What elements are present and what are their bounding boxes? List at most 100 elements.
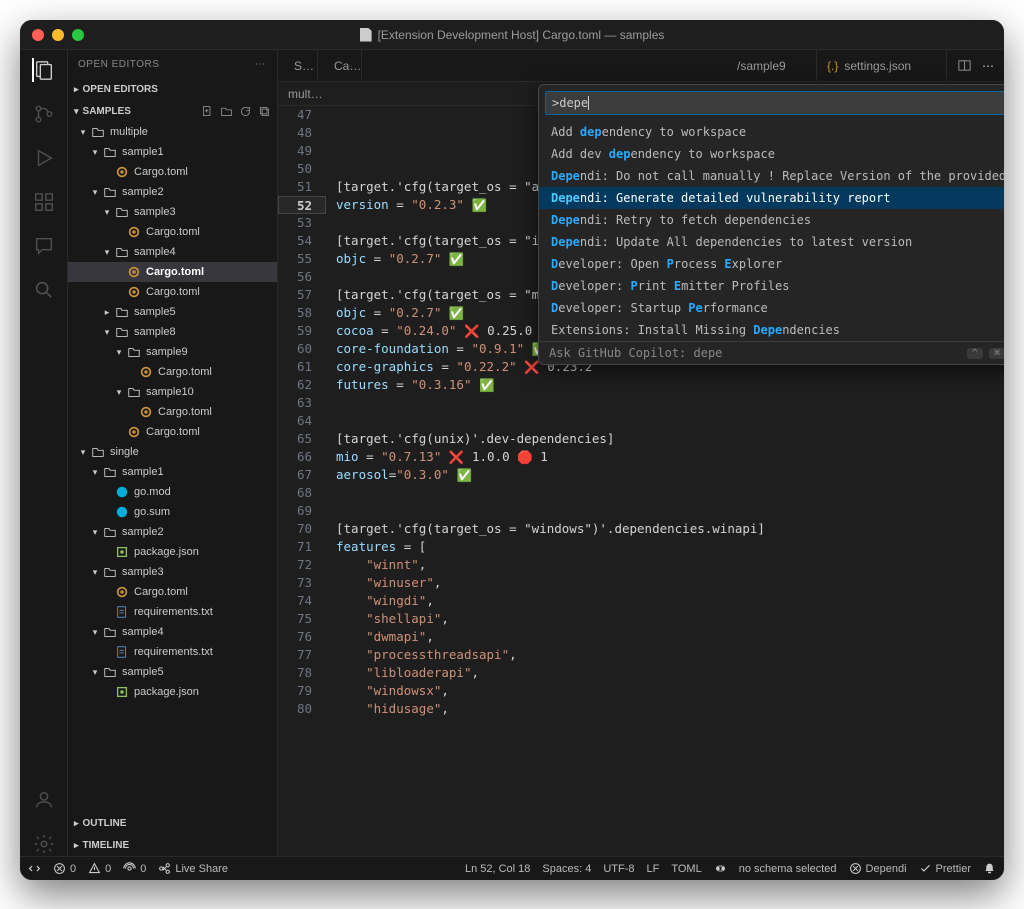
palette-item[interactable]: Developer: Startup Performance <box>539 297 1004 319</box>
sidebar-more-icon[interactable]: ⋯ <box>255 59 267 70</box>
language-mode[interactable]: TOML <box>671 863 701 875</box>
tree-folder[interactable]: ▾sample2 <box>68 182 277 202</box>
palette-item[interactable]: Dependi: Retry to fetch dependencies <box>539 209 1004 231</box>
schema-status[interactable]: no schema selected <box>739 863 837 875</box>
palette-item[interactable]: Developer: Open Process Explorer <box>539 253 1004 275</box>
open-editors-label: OPEN EDITORS <box>83 84 158 95</box>
sidebar-header-label: OPEN EDITORS <box>78 59 159 70</box>
status-bar: 0 0 0 Live Share Ln 52, Col 18 Spaces: 4… <box>20 856 1004 880</box>
extensions-icon[interactable] <box>32 190 56 214</box>
run-debug-icon[interactable] <box>32 146 56 170</box>
live-share[interactable]: Live Share <box>158 862 228 875</box>
palette-footer[interactable]: Ask GitHub Copilot: depe ^ ⌘ I <box>539 341 1004 364</box>
bell-icon[interactable] <box>983 862 996 875</box>
tree-file[interactable]: Cargo.toml <box>68 362 277 382</box>
tree-folder[interactable]: ▾sample3 <box>68 562 277 582</box>
open-editors-section[interactable]: ▸ OPEN EDITORS <box>68 78 277 100</box>
palette-list[interactable]: Add dependency to workspaceAdd dev depen… <box>539 121 1004 341</box>
collapse-all-icon[interactable] <box>258 105 271 118</box>
tree-file[interactable]: Cargo.toml <box>68 162 277 182</box>
samples-section[interactable]: ▾ SAMPLES <box>68 100 277 122</box>
tree-folder[interactable]: ▾sample2 <box>68 522 277 542</box>
tree-folder[interactable]: ▾sample4 <box>68 622 277 642</box>
tree-file[interactable]: Cargo.toml <box>68 582 277 602</box>
tree-folder[interactable]: ▾multiple <box>68 122 277 142</box>
ports-count[interactable]: 0 <box>123 862 146 875</box>
split-editor-icon[interactable] <box>957 58 972 73</box>
explorer-icon[interactable] <box>32 58 56 82</box>
cursor-position[interactable]: Ln 52, Col 18 <box>465 863 530 875</box>
palette-item[interactable]: Dependi: Update All dependencies to late… <box>539 231 1004 253</box>
editor-tabs: S… Ca… /sample9 {.} settings.json ⋯ <box>278 50 1004 82</box>
source-control-icon[interactable] <box>32 102 56 126</box>
minimize-window-button[interactable] <box>52 29 64 41</box>
tree-file[interactable]: Cargo.toml <box>68 282 277 302</box>
palette-item[interactable]: Extensions: Install Missing Dependencies <box>539 319 1004 341</box>
new-file-icon[interactable] <box>201 105 214 118</box>
tab-actions: ⋯ <box>947 50 1004 81</box>
tab-sample9[interactable]: /sample9 <box>727 50 817 81</box>
eol[interactable]: LF <box>647 863 660 875</box>
more-icon[interactable]: ⋯ <box>982 59 994 73</box>
tree-file[interactable]: go.mod <box>68 482 277 502</box>
palette-item[interactable]: Dependi: Generate detailed vulnerability… <box>539 187 1004 209</box>
palette-footer-text: Ask GitHub Copilot: depe <box>549 346 722 360</box>
tree-folder[interactable]: ▾sample4 <box>68 242 277 262</box>
settings-gear-icon[interactable] <box>32 832 56 856</box>
close-window-button[interactable] <box>32 29 44 41</box>
prettier-status[interactable]: Prettier <box>919 862 971 875</box>
tree-folder[interactable]: ▾sample10 <box>68 382 277 402</box>
encoding[interactable]: UTF-8 <box>603 863 634 875</box>
tab-settings[interactable]: {.} settings.json <box>817 50 947 81</box>
tree-file[interactable]: requirements.txt <box>68 602 277 622</box>
activity-bar <box>20 50 68 856</box>
tree-folder[interactable]: ▾sample8 <box>68 322 277 342</box>
copilot-icon[interactable] <box>714 862 727 875</box>
tree-file[interactable]: Cargo.toml <box>68 402 277 422</box>
window-title-text: [Extension Development Host] Cargo.toml … <box>378 28 665 42</box>
tab-label: S… <box>294 59 314 73</box>
window-title: [Extension Development Host] Cargo.toml … <box>20 28 1004 42</box>
tab-truncated-1[interactable]: S… <box>278 50 318 81</box>
timeline-section[interactable]: ▸ TIMELINE <box>68 834 277 856</box>
titlebar[interactable]: [Extension Development Host] Cargo.toml … <box>20 20 1004 50</box>
maximize-window-button[interactable] <box>72 29 84 41</box>
chevron-right-icon: ▸ <box>74 84 79 95</box>
warnings-count[interactable]: 0 <box>88 862 111 875</box>
refresh-icon[interactable] <box>239 105 252 118</box>
tree-folder[interactable]: ▾single <box>68 442 277 462</box>
chat-icon[interactable] <box>32 234 56 258</box>
palette-input[interactable]: >depe <box>545 91 1004 115</box>
tree-folder[interactable]: ▸sample5 <box>68 302 277 322</box>
palette-item[interactable]: Add dev dependency to workspace <box>539 143 1004 165</box>
file-tree[interactable]: ▾multiple▾sample1Cargo.toml▾sample2▾samp… <box>68 122 277 812</box>
tab-truncated-2[interactable]: Ca… <box>318 50 362 81</box>
account-icon[interactable] <box>32 788 56 812</box>
tree-file[interactable]: Cargo.toml <box>68 262 277 282</box>
tree-file[interactable]: Cargo.toml <box>68 422 277 442</box>
outline-label: OUTLINE <box>83 818 127 829</box>
tree-file[interactable]: package.json <box>68 542 277 562</box>
new-folder-icon[interactable] <box>220 105 233 118</box>
search-icon[interactable] <box>32 278 56 302</box>
tree-file[interactable]: package.json <box>68 682 277 702</box>
remote-indicator[interactable] <box>28 862 41 875</box>
errors-count[interactable]: 0 <box>53 862 76 875</box>
key-close: ⌘ <box>989 348 1004 359</box>
tree-file[interactable]: requirements.txt <box>68 642 277 662</box>
tree-folder[interactable]: ▾sample5 <box>68 662 277 682</box>
tree-file[interactable]: go.sum <box>68 502 277 522</box>
tree-folder[interactable]: ▾sample9 <box>68 342 277 362</box>
dependi-status[interactable]: Dependi <box>849 862 907 875</box>
outline-section[interactable]: ▸ OUTLINE <box>68 812 277 834</box>
indent-setting[interactable]: Spaces: 4 <box>542 863 591 875</box>
chevron-right-icon: ▸ <box>74 818 79 829</box>
palette-item[interactable]: Dependi: Do not call manually ! Replace … <box>539 165 1004 187</box>
editor-area: S… Ca… /sample9 {.} settings.json ⋯ <box>278 50 1004 856</box>
palette-item[interactable]: Add dependency to workspace <box>539 121 1004 143</box>
palette-item[interactable]: Developer: Print Emitter Profiles <box>539 275 1004 297</box>
tree-folder[interactable]: ▾sample1 <box>68 462 277 482</box>
tree-file[interactable]: Cargo.toml <box>68 222 277 242</box>
tree-folder[interactable]: ▾sample3 <box>68 202 277 222</box>
tree-folder[interactable]: ▾sample1 <box>68 142 277 162</box>
